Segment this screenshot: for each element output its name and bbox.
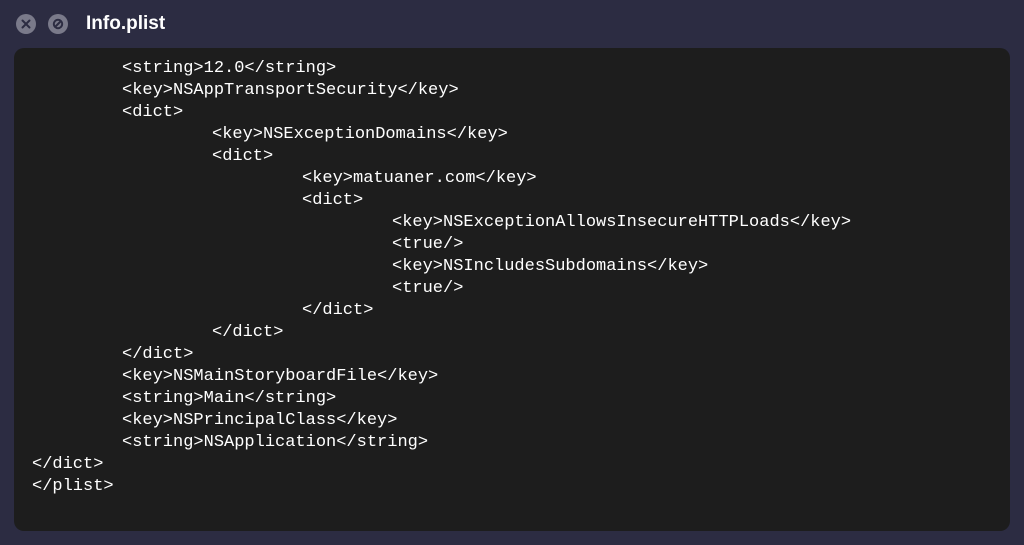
code-line: </dict> bbox=[32, 344, 992, 366]
code-line: </plist> bbox=[32, 476, 992, 498]
code-line: </dict> bbox=[32, 300, 992, 322]
code-line: <key>NSAppTransportSecurity</key> bbox=[32, 80, 992, 102]
code-line: <dict> bbox=[32, 146, 992, 168]
code-line: <dict> bbox=[32, 190, 992, 212]
code-line: <key>NSExceptionAllowsInsecureHTTPLoads<… bbox=[32, 212, 992, 234]
code-line: <string>NSApplication</string> bbox=[32, 432, 992, 454]
code-line: <key>NSMainStoryboardFile</key> bbox=[32, 366, 992, 388]
editor-window: Info.plist <string>12.0</string><key>NSA… bbox=[0, 0, 1024, 545]
tab-title[interactable]: Info.plist bbox=[86, 13, 165, 35]
code-line: <key>NSExceptionDomains</key> bbox=[32, 124, 992, 146]
code-line: <string>Main</string> bbox=[32, 388, 992, 410]
code-line: </dict> bbox=[32, 322, 992, 344]
code-line: <key>NSIncludesSubdomains</key> bbox=[32, 256, 992, 278]
disable-icon[interactable] bbox=[48, 14, 68, 34]
editor-area: <string>12.0</string><key>NSAppTransport… bbox=[0, 48, 1024, 545]
tab-bar: Info.plist bbox=[0, 0, 1024, 48]
code-line: <true/> bbox=[32, 234, 992, 256]
code-line: </dict> bbox=[32, 454, 992, 476]
code-line: <string>12.0</string> bbox=[32, 58, 992, 80]
close-icon[interactable] bbox=[16, 14, 36, 34]
code-content: <string>12.0</string><key>NSAppTransport… bbox=[32, 58, 992, 498]
code-line: <dict> bbox=[32, 102, 992, 124]
code-editor[interactable]: <string>12.0</string><key>NSAppTransport… bbox=[14, 48, 1010, 531]
code-line: <true/> bbox=[32, 278, 992, 300]
code-line: <key>matuaner.com</key> bbox=[32, 168, 992, 190]
code-line: <key>NSPrincipalClass</key> bbox=[32, 410, 992, 432]
